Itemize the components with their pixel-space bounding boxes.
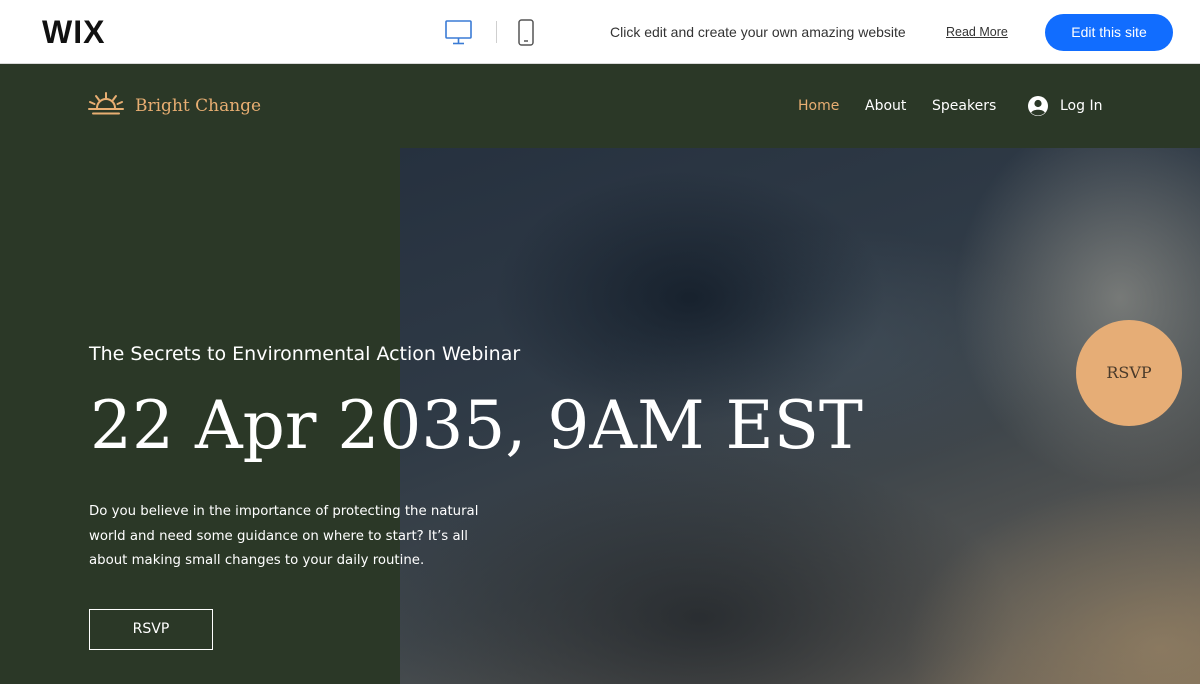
wix-top-bar: WIX Click edit and create your own amazi… [0,0,1200,64]
device-separator [496,21,497,43]
nav-item-speakers[interactable]: Speakers [932,97,996,115]
mobile-phone-icon[interactable] [517,19,535,46]
wix-promo-message: Click edit and create your own amazing w… [610,24,906,40]
edit-site-button[interactable]: Edit this site [1045,14,1173,51]
nav-item-about[interactable]: About [865,97,906,115]
wix-logo[interactable]: WIX [42,14,105,50]
login-link[interactable]: Log In [1060,97,1102,115]
webinar-title: The Secrets to Environmental Action Webi… [89,343,521,365]
brand-name[interactable]: Bright Change [135,95,261,117]
read-more-link[interactable]: Read More [946,25,1008,40]
event-description: Do you believe in the importance of prot… [89,504,479,568]
rsvp-badge-button[interactable]: RSVP [1076,320,1182,426]
rsvp-button[interactable]: RSVP [89,609,213,650]
event-datetime: 22 Apr 2035, 9AM EST [90,387,863,464]
hero-section: Bright Change Home About Speakers Log In… [0,64,1200,684]
sunrise-icon[interactable] [88,92,124,116]
user-icon[interactable] [1027,95,1049,117]
desktop-monitor-icon[interactable] [445,19,472,45]
nav-item-home[interactable]: Home [798,97,839,115]
